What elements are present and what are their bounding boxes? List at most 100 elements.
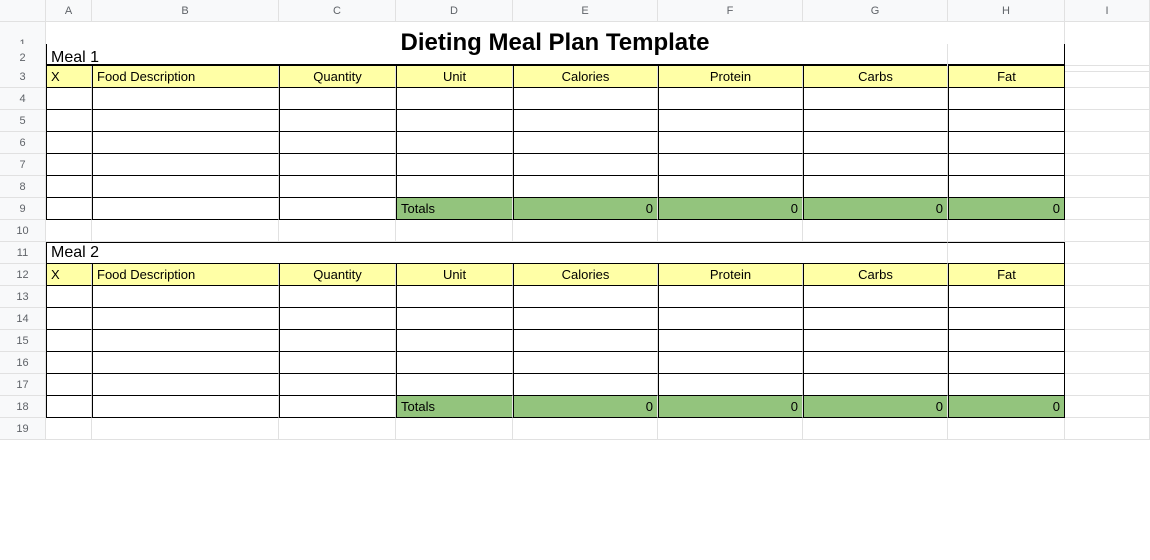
cell-A17[interactable]	[46, 374, 92, 396]
cell-G19[interactable]	[803, 418, 948, 440]
m1-hdr-unit[interactable]: Unit	[396, 66, 513, 88]
m2-hdr-fat[interactable]: Fat	[948, 264, 1065, 286]
col-header-A[interactable]: A	[46, 0, 92, 22]
cell-C16[interactable]	[279, 352, 396, 374]
cell-B14[interactable]	[92, 308, 279, 330]
cell-G8[interactable]	[803, 176, 948, 198]
col-header-I[interactable]: I	[1065, 0, 1150, 22]
row-header-4[interactable]: 4	[0, 88, 46, 110]
cell-F15[interactable]	[658, 330, 803, 352]
cell-E17[interactable]	[513, 374, 658, 396]
cell-B5[interactable]	[92, 110, 279, 132]
col-header-C[interactable]: C	[279, 0, 396, 22]
cell-I6[interactable]	[1065, 132, 1150, 154]
cell-I8[interactable]	[1065, 176, 1150, 198]
m2-hdr-carbs[interactable]: Carbs	[803, 264, 948, 286]
cell-D16[interactable]	[396, 352, 513, 374]
cell-D15[interactable]	[396, 330, 513, 352]
cell-B13[interactable]	[92, 286, 279, 308]
row-header-8[interactable]: 8	[0, 176, 46, 198]
m1-hdr-fat[interactable]: Fat	[948, 66, 1065, 88]
cell-I7[interactable]	[1065, 154, 1150, 176]
cell-D6[interactable]	[396, 132, 513, 154]
m2-hdr-cal[interactable]: Calories	[513, 264, 658, 286]
cell-G7[interactable]	[803, 154, 948, 176]
cell-B4[interactable]	[92, 88, 279, 110]
cell-C19[interactable]	[279, 418, 396, 440]
cell-G13[interactable]	[803, 286, 948, 308]
cell-B15[interactable]	[92, 330, 279, 352]
cell-H19[interactable]	[948, 418, 1065, 440]
cell-D14[interactable]	[396, 308, 513, 330]
col-header-H[interactable]: H	[948, 0, 1065, 22]
cell-F6[interactable]	[658, 132, 803, 154]
cell-F7[interactable]	[658, 154, 803, 176]
cell-G4[interactable]	[803, 88, 948, 110]
m2-hdr-qty[interactable]: Quantity	[279, 264, 396, 286]
cell-E13[interactable]	[513, 286, 658, 308]
cell-F16[interactable]	[658, 352, 803, 374]
cell-A4[interactable]	[46, 88, 92, 110]
col-header-F[interactable]: F	[658, 0, 803, 22]
cell-F10[interactable]	[658, 220, 803, 242]
cell-I5[interactable]	[1065, 110, 1150, 132]
cell-F4[interactable]	[658, 88, 803, 110]
cell-H13[interactable]	[948, 286, 1065, 308]
row-header-3[interactable]: 3	[0, 66, 46, 88]
row-header-18[interactable]: 18	[0, 396, 46, 418]
cell-H10[interactable]	[948, 220, 1065, 242]
cell-C15[interactable]	[279, 330, 396, 352]
cell-H7[interactable]	[948, 154, 1065, 176]
cell-H15[interactable]	[948, 330, 1065, 352]
m1-hdr-x[interactable]: X	[46, 66, 92, 88]
corner-cell[interactable]	[0, 0, 46, 22]
row-header-14[interactable]: 14	[0, 308, 46, 330]
cell-C7[interactable]	[279, 154, 396, 176]
cell-E16[interactable]	[513, 352, 658, 374]
cell-G14[interactable]	[803, 308, 948, 330]
cell-E7[interactable]	[513, 154, 658, 176]
cell-A15[interactable]	[46, 330, 92, 352]
cell-D19[interactable]	[396, 418, 513, 440]
m2-total-cal[interactable]: 0	[513, 396, 658, 418]
cell-B19[interactable]	[92, 418, 279, 440]
cell-H6[interactable]	[948, 132, 1065, 154]
cell-F5[interactable]	[658, 110, 803, 132]
cell-D13[interactable]	[396, 286, 513, 308]
cell-I9[interactable]	[1065, 198, 1150, 220]
cell-I18[interactable]	[1065, 396, 1150, 418]
cell-C5[interactable]	[279, 110, 396, 132]
cell-G10[interactable]	[803, 220, 948, 242]
m2-hdr-food[interactable]: Food Description	[92, 264, 279, 286]
m1-total-carbs[interactable]: 0	[803, 198, 948, 220]
col-header-G[interactable]: G	[803, 0, 948, 22]
cell-E4[interactable]	[513, 88, 658, 110]
cell-B6[interactable]	[92, 132, 279, 154]
row-header-12[interactable]: 12	[0, 264, 46, 286]
cell-H4[interactable]	[948, 88, 1065, 110]
cell-A14[interactable]	[46, 308, 92, 330]
cell-H5[interactable]	[948, 110, 1065, 132]
cell-I17[interactable]	[1065, 374, 1150, 396]
cell-H14[interactable]	[948, 308, 1065, 330]
cell-A6[interactable]	[46, 132, 92, 154]
cell-D7[interactable]	[396, 154, 513, 176]
cell-B7[interactable]	[92, 154, 279, 176]
m1-hdr-protein[interactable]: Protein	[658, 66, 803, 88]
cell-H8[interactable]	[948, 176, 1065, 198]
cell-F8[interactable]	[658, 176, 803, 198]
m1-hdr-qty[interactable]: Quantity	[279, 66, 396, 88]
cell-G5[interactable]	[803, 110, 948, 132]
cell-G6[interactable]	[803, 132, 948, 154]
cell-B10[interactable]	[92, 220, 279, 242]
cell-E14[interactable]	[513, 308, 658, 330]
cell-D4[interactable]	[396, 88, 513, 110]
col-header-E[interactable]: E	[513, 0, 658, 22]
row-header-17[interactable]: 17	[0, 374, 46, 396]
cell-I15[interactable]	[1065, 330, 1150, 352]
row-header-6[interactable]: 6	[0, 132, 46, 154]
cell-E6[interactable]	[513, 132, 658, 154]
cell-C14[interactable]	[279, 308, 396, 330]
m1-hdr-carbs[interactable]: Carbs	[803, 66, 948, 88]
cell-C9[interactable]	[279, 198, 396, 220]
